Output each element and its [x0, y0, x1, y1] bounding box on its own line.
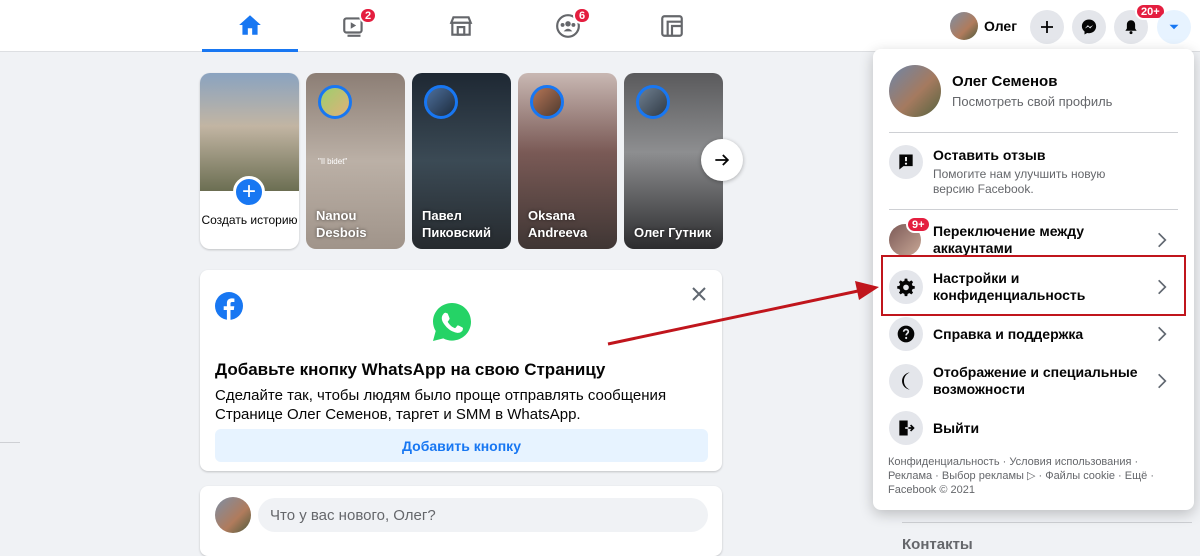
story-card[interactable]: Павел Пиковский	[412, 73, 511, 249]
divider	[889, 132, 1178, 133]
switch-accounts-label: Переключение между аккаунтами	[933, 223, 1085, 256]
facebook-logo-icon	[215, 292, 243, 320]
help-icon	[889, 317, 923, 351]
menu-item-logout[interactable]: Выйти	[881, 410, 1186, 446]
feedback-title: Оставить отзыв	[933, 147, 1046, 163]
avatar	[215, 497, 251, 533]
tab-home[interactable]	[202, 0, 298, 52]
story-author: Павел Пиковский	[422, 208, 491, 240]
story-avatar	[318, 85, 352, 119]
gaming-icon	[661, 15, 683, 37]
chevron-right-icon	[1158, 326, 1167, 342]
tab-marketplace[interactable]	[413, 0, 509, 52]
status-input[interactable]: Что у вас нового, Олег?	[258, 498, 708, 532]
tab-gaming[interactable]	[624, 0, 720, 52]
messenger-button[interactable]	[1072, 10, 1106, 44]
account-menu-button[interactable]	[1157, 10, 1191, 44]
story-card[interactable]: Oksana Andreeva	[518, 73, 617, 249]
menu-item-display-accessibility[interactable]: Отображение и специальные возможности	[881, 358, 1186, 404]
logout-icon	[889, 411, 923, 445]
profile-shortcut[interactable]: Олег	[946, 10, 1027, 42]
tab-watch[interactable]: 2	[306, 0, 402, 52]
chevron-right-icon	[1158, 373, 1167, 389]
avatar	[889, 65, 941, 117]
plus-icon	[1041, 21, 1053, 33]
menu-item-settings-privacy[interactable]: Настройки и конфиденциальность	[881, 264, 1186, 310]
post-composer: Что у вас нового, Олег?	[200, 486, 722, 556]
display-accessibility-label: Отображение и специальные возможности	[933, 364, 1138, 397]
whatsapp-card-title: Добавьте кнопку WhatsApp на свою Страниц…	[215, 360, 606, 379]
settings-privacy-label: Настройки и конфиденциальность	[933, 270, 1086, 303]
story-avatar	[636, 85, 670, 119]
divider	[0, 442, 20, 443]
profile-shortcut-name: Олег	[984, 18, 1018, 34]
home-icon	[239, 14, 261, 35]
avatar	[950, 12, 978, 40]
whatsapp-promo-card: Добавьте кнопку WhatsApp на свою Страниц…	[200, 270, 722, 471]
create-button[interactable]	[1030, 10, 1064, 44]
caret-down-icon	[1169, 24, 1179, 30]
story-card[interactable]: "Il bidet" Nanou Desbois	[306, 73, 405, 249]
add-whatsapp-button[interactable]: Добавить кнопку	[215, 429, 708, 462]
footer-links[interactable]: Конфиденциальность · Условия использован…	[888, 455, 1178, 497]
help-support-label: Справка и поддержка	[933, 325, 1084, 342]
store-icon	[449, 16, 473, 36]
top-navigation-bar: 2 6 Олег 20+	[0, 0, 1200, 52]
feedback-hint: Помогите нам улучшить новую версию Faceb…	[933, 167, 1106, 196]
story-author: Nanou Desbois	[316, 208, 367, 240]
switch-accounts-badge: 9+	[906, 216, 931, 233]
menu-item-switch-accounts[interactable]: 9+ Переключение между аккаунтами	[881, 216, 1186, 263]
bell-icon	[1125, 20, 1137, 35]
divider	[889, 209, 1178, 210]
story-author: Oksana Andreeva	[528, 208, 588, 240]
create-story-card[interactable]: + Создать историю	[200, 73, 299, 249]
view-profile-label: Посмотреть свой профиль	[952, 94, 1113, 109]
logout-label: Выйти	[933, 419, 980, 436]
story-avatar	[424, 85, 458, 119]
menu-item-help-support[interactable]: Справка и поддержка	[881, 316, 1186, 352]
chevron-right-icon	[1158, 279, 1167, 295]
whatsapp-icon	[433, 303, 471, 341]
divider	[902, 522, 1192, 523]
story-avatar	[530, 85, 564, 119]
moon-icon	[889, 364, 923, 398]
stories-next-button[interactable]	[701, 139, 743, 181]
whatsapp-card-description: Сделайте так, чтобы людям было проще отп…	[215, 387, 667, 423]
add-story-icon[interactable]: +	[233, 176, 265, 208]
groups-badge: 6	[573, 7, 592, 24]
account-dropdown-menu: Олег Семенов Посмотреть свой профиль Ост…	[873, 49, 1194, 510]
story-text-overlay: "Il bidet"	[318, 157, 348, 166]
arrow-right-icon	[715, 154, 730, 166]
messenger-icon	[1081, 19, 1097, 35]
menu-item-feedback[interactable]: Оставить отзыв Помогите нам улучшить нов…	[881, 141, 1186, 197]
story-photo	[200, 73, 299, 191]
profile-name: Олег Семенов	[952, 73, 1058, 90]
story-author: Олег Гутник	[634, 225, 712, 240]
create-story-label: Создать историю	[201, 213, 298, 227]
chevron-right-icon	[1158, 232, 1167, 248]
dropdown-profile-link[interactable]: Олег Семенов Посмотреть свой профиль	[881, 57, 1186, 125]
avatar: 9+	[889, 216, 931, 256]
close-icon[interactable]	[691, 286, 707, 302]
feedback-icon	[889, 145, 923, 179]
tab-groups[interactable]: 6	[520, 0, 616, 52]
gear-icon	[889, 270, 923, 304]
watch-badge: 2	[359, 7, 378, 24]
